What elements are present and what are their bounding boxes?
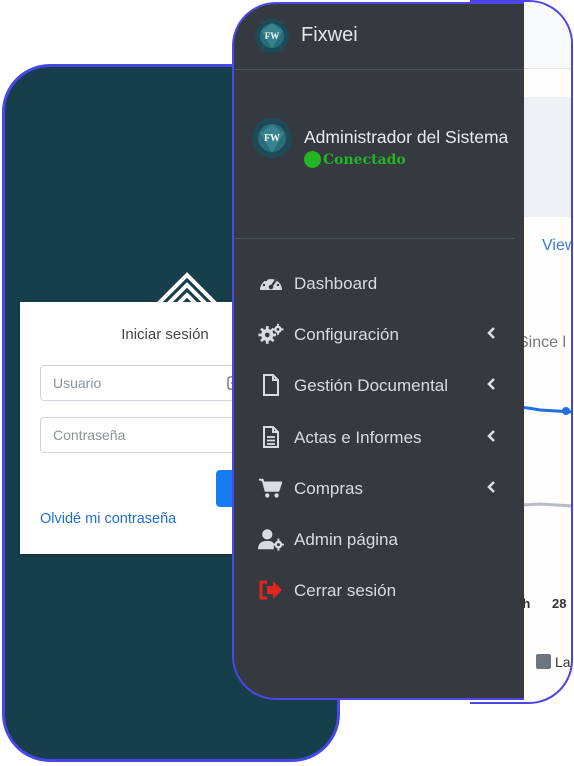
legend-swatch <box>536 654 551 669</box>
svg-text:FW: FW <box>264 133 280 144</box>
view-link[interactable]: View <box>542 237 571 255</box>
brand-logo-icon: FW <box>255 19 289 53</box>
svg-text:FW: FW <box>265 31 280 41</box>
sidebar-item-admin-pagina[interactable]: Admin página <box>234 519 524 559</box>
status-text: Conectado <box>323 151 406 168</box>
user-status: Conectado <box>304 151 406 168</box>
sidebar-item-label: Compras <box>294 479 363 498</box>
chevron-left-icon <box>487 378 495 390</box>
divider <box>234 238 514 239</box>
file-icon <box>258 373 284 397</box>
sidebar-item-label: Cerrar sesión <box>294 581 397 600</box>
user-name[interactable]: Administrador del Sistema <box>304 127 508 148</box>
forgot-password-link[interactable]: Olvidé mi contraseña <box>40 511 176 527</box>
sidebar: FW Fixwei FW Administrador del Sistema C… <box>232 2 524 700</box>
brand-link[interactable]: FW Fixwei <box>234 4 524 70</box>
sidebar-item-label: Admin página <box>294 530 398 549</box>
sign-out-icon <box>258 578 284 602</box>
sidebar-item-label: Dashboard <box>294 274 378 293</box>
sidebar-item-dashboard[interactable]: Dashboard <box>234 263 524 303</box>
sidebar-item-compras[interactable]: Compras <box>234 468 524 508</box>
tachometer-icon <box>258 271 284 295</box>
axis-tick: 28 <box>552 596 567 611</box>
sidebar-item-cerrar-sesion[interactable]: Cerrar sesión <box>234 570 524 610</box>
legend-text: La <box>555 654 571 670</box>
chevron-left-icon <box>487 430 495 442</box>
file-text-icon <box>258 425 284 449</box>
avatar[interactable]: FW <box>251 117 293 159</box>
cogs-icon <box>258 322 284 346</box>
shopping-cart-icon <box>258 476 284 500</box>
sidebar-item-label: Gestión Documental <box>294 376 449 395</box>
login-form: Iniciar sesión Olvidé mi contraseña <box>20 302 290 554</box>
brand-name: Fixwei <box>301 24 358 46</box>
sidebar-item-configuracion[interactable]: Configuración <box>234 314 524 354</box>
since-text: Since l <box>518 334 567 351</box>
status-dot-icon <box>304 151 321 168</box>
sidebar-item-label: Configuración <box>294 325 399 344</box>
sidebar-item-gestion-documental[interactable]: Gestión Documental <box>234 365 524 405</box>
sidebar-item-actas-informes[interactable]: Actas e Informes <box>234 417 524 457</box>
chevron-left-icon <box>487 481 495 493</box>
sidebar-item-label: Actas e Informes <box>294 428 422 447</box>
chevron-left-icon <box>487 327 495 339</box>
user-cog-icon <box>258 527 284 551</box>
